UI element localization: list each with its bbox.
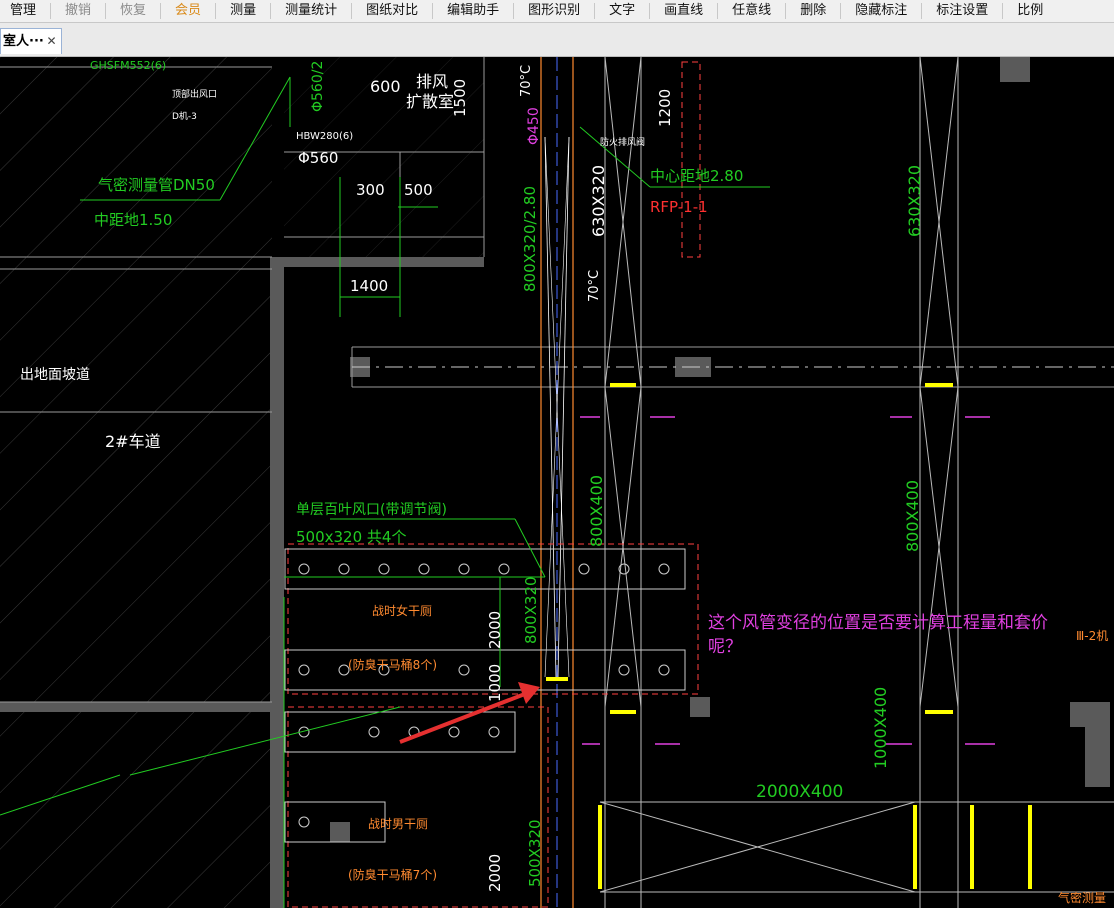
label-phi450: Φ450 [526,107,542,145]
cad-canvas[interactable]: GHSFM552(6) 顶部出风口 D机-3 Φ560/2 600 排风 扩散室… [0,57,1114,908]
toolbar-separator [513,3,515,19]
label-phi560-top: Φ560/2 [310,61,326,112]
label-dim1500: 1500 [451,79,469,117]
label-exhaust2: 扩散室 [406,92,454,111]
toolbar-separator [717,3,719,19]
toolbar-item-13[interactable]: 隐藏标注 [845,0,917,22]
toolbar-item-14[interactable]: 标注设置 [926,0,998,22]
label-duct800-320-280: 800X320/2.80 [521,186,539,292]
toolbar-separator [594,3,596,19]
label-gas-pipe: 气密测量管DN50 [98,176,215,194]
toolbar-item-4[interactable]: 测量 [220,0,266,22]
main-toolbar: 管理 撤销 恢复 会员 测量 测量统计 图纸对比 编辑助手 图形识别 文字 画直线 任意线 删除 隐藏标注… [0,0,1114,23]
toolbar-item-3[interactable]: 会员 [165,0,211,22]
label-temp70: 70°C [587,270,602,302]
label-louver2: 500x320 共4个 [296,528,406,546]
toolbar-item-1[interactable]: 撤销 [55,0,101,22]
diffuser-row-3 [284,711,516,753]
toolbar-separator [785,3,787,19]
label-duct500-320: 500X320 [526,819,544,887]
label-dim1200: 1200 [656,89,674,127]
label-small-b: D机-3 [172,110,197,122]
label-bottom-right: 气密测量 [1058,890,1106,905]
toolbar-separator [215,3,217,19]
label-duct1000-400: 1000X400 [871,687,890,769]
label-duct630-2: 630X320 [905,165,924,237]
label-top-code: GHSFM552(6) [90,59,166,72]
label-ramp: 出地面坡道 [20,367,90,383]
toolbar-item-5[interactable]: 测量统计 [275,0,347,22]
label-rfp: RFP-1-1 [650,198,708,216]
toolbar-item-0[interactable]: 管理 [0,0,46,22]
label-dim2000-b: 2000 [486,854,504,892]
label-duct630-1: 630X320 [589,165,608,237]
close-icon[interactable]: ✕ [45,35,58,48]
label-dry-toilet-w: 战时女干厕 [372,603,432,618]
label-phi560: Φ560 [298,149,338,167]
label-louver1: 单层百叶风口(带调节阀) [296,502,447,518]
toolbar-item-12[interactable]: 删除 [790,0,836,22]
tab-label: 室人··· [3,34,44,49]
label-duct800-320: 800X320 [522,576,540,644]
toolbar-separator [270,3,272,19]
toolbar-item-11[interactable]: 任意线 [722,0,781,22]
label-dry-toilet-w-sub: (防臭干马桶8个) [348,657,437,672]
label-dim1000: 1000 [486,664,504,702]
toolbar-separator [921,3,923,19]
label-dim500: 500 [404,181,433,199]
label-duct800-400-b: 800X400 [903,480,922,552]
label-dim600: 600 [370,77,401,96]
toolbar-item-7[interactable]: 编辑助手 [437,0,509,22]
toolbar-item-15[interactable]: 比例 [1007,0,1053,22]
label-exhaust1: 排风 [416,72,448,91]
toolbar-separator [649,3,651,19]
magenta-dampers [580,416,995,745]
label-right-edge: Ⅲ-2机 [1076,629,1108,643]
label-dim300: 300 [356,181,385,199]
toolbar-item-10[interactable]: 画直线 [654,0,713,22]
label-dim2000: 2000 [486,611,504,649]
label-dry-toilet-m: 战时男干厕 [368,817,428,831]
main-duct-vertical [540,57,574,908]
toolbar-separator [1002,3,1004,19]
toolbar-item-2[interactable]: 恢复 [110,0,156,22]
tab-drawing[interactable]: 室人··· ✕ [0,28,62,54]
label-dry-toilet-m-sub: (防臭干马桶7个) [348,867,437,882]
label-duct2000-400: 2000X400 [756,782,843,802]
tab-bar: 室人··· ✕ [0,23,1114,57]
toolbar-separator [160,3,162,19]
label-center280: 中心距地2.80 [650,167,743,185]
label-duct800-400-a: 800X400 [587,475,606,547]
question-annotation: 这个风管变径的位置是否要计算工程量和套价呢？ [708,613,1048,657]
toolbar-item-6[interactable]: 图纸对比 [356,0,428,22]
toolbar-separator [432,3,434,19]
toolbar-separator [50,3,52,19]
toolbar-separator [351,3,353,19]
label-temp70-top: 70°C [519,65,534,97]
label-fire-valve: 防火排风阀 [600,136,645,148]
label-hbw: HBW280(6) [296,131,353,142]
label-small-a: 顶部出风口 [172,88,217,100]
toolbar-separator [105,3,107,19]
label-lane: 2#车道 [105,432,161,451]
toolbar-item-8[interactable]: 图形识别 [518,0,590,22]
toolbar-separator [840,3,842,19]
label-dim1400: 1400 [350,277,388,295]
label-center150: 中距地1.50 [94,211,172,229]
toolbar-item-9[interactable]: 文字 [599,0,645,22]
diffuser-row-2 [284,649,686,691]
